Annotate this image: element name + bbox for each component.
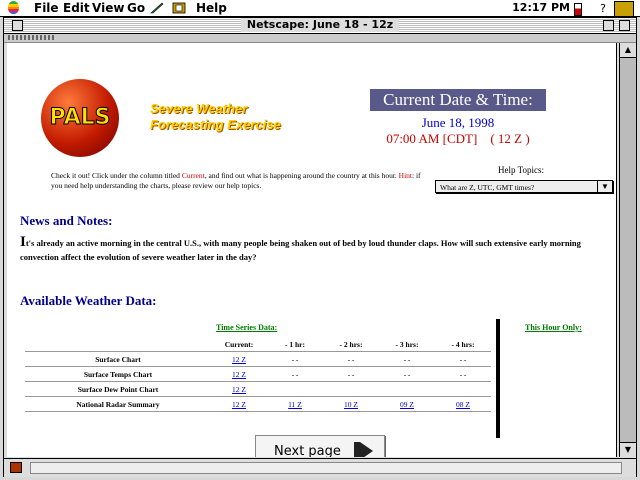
table-header-row: Current: - 1 hr: - 2 hrs: - 3 hrs: - 4 h… — [25, 337, 491, 352]
bookmark-quill-icon[interactable] — [150, 2, 164, 14]
table-row: Surface Chart 12 Z - - - - - - - - — [25, 351, 491, 367]
available-data-heading: Available Weather Data: — [20, 293, 157, 308]
news-text: It's already an active morning in the ce… — [20, 235, 615, 264]
pals-logo: PALS — [41, 79, 119, 157]
table-row: Surface Dew Point Chart 12 Z — [25, 381, 491, 397]
column-divider — [496, 319, 500, 438]
logo-text: PALS — [49, 105, 111, 131]
table-cell — [267, 381, 323, 397]
table-header-cell: - 3 hrs: — [379, 337, 435, 352]
data-link[interactable]: 10 Z — [344, 400, 358, 409]
intro-current-word: Current — [181, 171, 205, 180]
table-cell: - - — [379, 351, 435, 367]
security-lock-icon[interactable] — [10, 462, 22, 473]
table-cell: - - — [323, 366, 379, 382]
current-date: June 18, 1998 — [421, 115, 495, 130]
next-page-label: Next page — [274, 444, 341, 457]
headline-line-1: Severe Weather — [150, 101, 248, 116]
help-topics-label: Help Topics: — [498, 165, 544, 175]
time-series-label: Time Series Data: — [216, 323, 278, 332]
menu-go[interactable]: Go — [127, 1, 145, 15]
help-topics-value: What are Z, UTC, GMT times? — [440, 183, 535, 192]
grip-icon — [8, 35, 56, 40]
news-body: t's already an active morning in the cen… — [20, 238, 581, 262]
data-link[interactable]: 12 Z — [232, 355, 246, 364]
browser-window: Netscape: June 18 - 12z PALS Severe Weat… — [3, 17, 637, 477]
table-cell: - - — [323, 351, 379, 367]
row-label: Surface Temps Chart — [25, 366, 211, 382]
datetime-title: Current Date & Time: — [370, 89, 546, 111]
table-header-cell: - 2 hrs: — [323, 337, 379, 352]
data-link[interactable]: 08 Z — [456, 400, 470, 409]
vertical-scrollbar[interactable]: ▲ ▼ — [619, 43, 636, 457]
table-header-cell: Current: — [211, 337, 267, 352]
intro-hint-word: Hint — [398, 171, 413, 180]
table-cell — [435, 381, 491, 397]
table-cell — [323, 381, 379, 397]
table-cell — [379, 381, 435, 397]
menu-clock[interactable]: 12:17 PM — [512, 1, 570, 14]
chevron-down-icon: ▼ — [597, 181, 612, 192]
data-link[interactable]: 12 Z — [232, 400, 246, 409]
data-link[interactable]: 11 Z — [288, 400, 302, 409]
table-header-cell: - 4 hrs: — [435, 337, 491, 352]
menu-view[interactable]: View — [92, 1, 124, 15]
table-cell: - - — [435, 351, 491, 367]
table-row: National Radar Summary 12 Z 11 Z 10 Z 09… — [25, 396, 491, 412]
row-label: Surface Chart — [25, 351, 211, 367]
application-menu-icon[interactable] — [614, 1, 634, 17]
table-cell: - - — [267, 366, 323, 382]
directory-icon[interactable] — [172, 2, 186, 14]
next-page-button[interactable]: Next page — [255, 435, 385, 457]
help-topics-select[interactable]: What are Z, UTC, GMT times? ▼ — [435, 180, 613, 193]
current-time: 07:00 AM [CDT] ( 12 Z ) — [386, 131, 530, 146]
play-arrow-icon — [360, 442, 373, 457]
intro-text: Check it out! Click under the column tit… — [51, 171, 421, 191]
apple-menu-icon[interactable] — [8, 1, 19, 14]
table-cell: - - — [267, 351, 323, 367]
window-title: Netscape: June 18 - 12z — [240, 18, 400, 32]
table-header-cell: - 1 hr: — [267, 337, 323, 352]
page-content: PALS Severe Weather Forecasting Exercise… — [7, 43, 617, 457]
window-titlebar[interactable]: Netscape: June 18 - 12z — [4, 18, 636, 34]
menu-help[interactable]: Help — [196, 1, 227, 15]
menu-edit[interactable]: Edit — [63, 1, 90, 15]
status-bar — [4, 458, 636, 477]
scroll-up-icon[interactable]: ▲ — [620, 43, 636, 58]
balloon-help-icon[interactable]: ? — [600, 2, 606, 15]
zoom-box-icon[interactable] — [603, 20, 614, 31]
intro-part-1: Check it out! Click under the column tit… — [51, 171, 182, 180]
menu-file[interactable]: File — [34, 1, 59, 15]
table-header-blank — [25, 337, 211, 352]
news-heading: News and Notes: — [20, 213, 113, 228]
this-hour-label: This Hour Only: — [525, 323, 582, 332]
table-cell: - - — [379, 366, 435, 382]
status-field — [30, 462, 622, 474]
battery-icon[interactable] — [574, 3, 582, 16]
table-cell: - - — [435, 366, 491, 382]
weather-data-table: Current: - 1 hr: - 2 hrs: - 3 hrs: - 4 h… — [25, 337, 491, 412]
toolbar-collapse-strip[interactable] — [4, 34, 636, 43]
intro-part-2: , and find out what is happening around … — [204, 171, 399, 180]
data-link[interactable]: 12 Z — [232, 385, 246, 394]
table-row: Surface Temps Chart 12 Z - - - - - - - - — [25, 366, 491, 382]
data-link[interactable]: 09 Z — [400, 400, 414, 409]
close-box-icon[interactable] — [12, 20, 23, 31]
row-label: Surface Dew Point Chart — [25, 381, 211, 397]
page-headline: Severe Weather Forecasting Exercise — [150, 101, 281, 133]
data-link[interactable]: 12 Z — [232, 370, 246, 379]
scroll-down-icon[interactable]: ▼ — [620, 442, 636, 457]
row-label: National Radar Summary — [25, 396, 211, 412]
menu-bar: File Edit View Go Help 12:17 PM ? — [0, 0, 640, 17]
collapse-box-icon[interactable] — [619, 20, 630, 31]
headline-line-2: Forecasting Exercise — [150, 117, 281, 132]
